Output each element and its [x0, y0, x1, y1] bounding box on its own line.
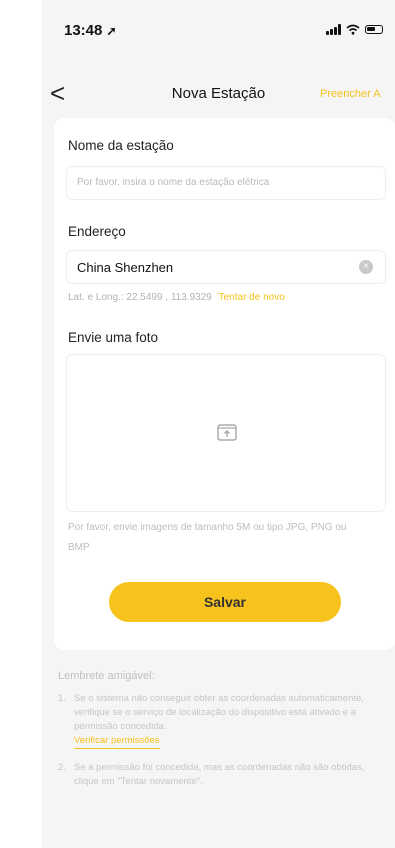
station-name-placeholder: Por favor, insira o nome da estação elét…: [77, 177, 270, 188]
location-arrow-icon: ➚: [106, 24, 117, 38]
station-name-label: Nome da estação: [68, 138, 174, 153]
reminder-item-2-text: Se a permissão foi concedida, mas as coo…: [74, 762, 365, 787]
signal-icon: [326, 24, 341, 35]
check-permissions-link[interactable]: Verificar permissões: [74, 734, 160, 749]
reminder-item: 1. Se o sistema não conseguir obter as c…: [58, 692, 388, 749]
status-time: 13:48 ➚: [64, 22, 117, 39]
station-name-field[interactable]: Por favor, insira o nome da estação elét…: [66, 166, 386, 200]
reminder-text: Se o sistema não conseguir obter as coor…: [74, 692, 388, 749]
reminder-item-1-text: Se o sistema não conseguir obter as coor…: [74, 693, 364, 732]
clock-text: 13:48: [64, 22, 103, 39]
reminder-section: Lembrete amigável: 1. Se o sistema não c…: [58, 670, 388, 801]
status-bar: 13:48 ➚: [42, 0, 395, 60]
reminder-number: 1.: [58, 693, 66, 704]
address-label: Endereço: [68, 224, 126, 239]
battery-icon: [365, 25, 383, 34]
fill-auto-button[interactable]: Preencher A: [320, 88, 381, 100]
reminder-item: 2. Se a permissão foi concedida, mas as …: [58, 761, 388, 789]
address-value: China Shenzhen: [77, 260, 174, 275]
photo-label: Envie uma foto: [68, 330, 159, 345]
photo-upload-area[interactable]: [66, 354, 386, 512]
nav-bar: < Nova Estação Preencher A: [42, 78, 395, 114]
app-screen: 13:48 ➚ < Nova Estação Preencher A Nome …: [42, 0, 395, 848]
upload-folder-icon: [217, 424, 237, 441]
station-form-card: Nome da estação Por favor, insira o nome…: [54, 118, 395, 650]
coordinates-text: Lat. e Long.: 22.5499 , 113.9329 Tentar …: [68, 292, 285, 303]
retry-link[interactable]: Tentar de novo: [219, 292, 285, 303]
address-field[interactable]: China Shenzhen ×: [66, 250, 386, 284]
reminder-title: Lembrete amigável:: [58, 670, 155, 682]
wifi-icon: [346, 24, 360, 35]
clear-icon[interactable]: ×: [359, 260, 373, 274]
status-icons: [326, 24, 383, 35]
save-button[interactable]: Salvar: [109, 582, 341, 622]
photo-hint: Por favor, envie imagens de tamanho 5M o…: [68, 522, 347, 553]
reminder-number: 2.: [58, 762, 66, 773]
coordinates-value: Lat. e Long.: 22.5499 , 113.9329: [68, 292, 212, 303]
